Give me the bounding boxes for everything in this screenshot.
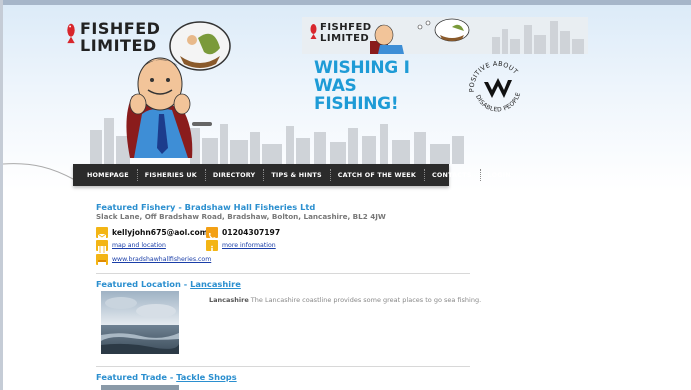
banner-illustration — [370, 18, 584, 54]
fishery-email[interactable]: kellyjohn675@aol.com — [112, 228, 208, 237]
map-link-row: map and location — [96, 240, 166, 253]
phone-icon — [206, 227, 218, 240]
featured-fishery-title[interactable]: Featured Fishery - Bradshaw Hall Fisheri… — [96, 202, 315, 212]
website-row: www.bradshawhallfisheries.com — [96, 254, 211, 267]
positive-about-disabled-people-badge: POSITIVE ABOUT DISABLED PEOPLE — [468, 60, 522, 114]
more-information-link[interactable]: more information — [222, 242, 276, 249]
location-description: Lancashire The Lancashire coastline prov… — [209, 296, 481, 304]
dreaming-man-illustration — [126, 21, 231, 158]
fishery-website-link[interactable]: www.bradshawhallfisheries.com — [112, 256, 211, 263]
website-icon — [96, 254, 108, 267]
tagline: WISHING I WAS FISHING! — [314, 59, 454, 113]
nav-fisheries-uk[interactable]: FISHERIES UK — [136, 164, 205, 186]
fishery-address: Slack Lane, Off Bradshaw Road, Bradshaw,… — [96, 212, 386, 221]
featured-trade-title: Featured Trade - Tackle Shops — [96, 372, 237, 382]
fishery-phone: 01204307197 — [222, 228, 281, 237]
featured-trade-link[interactable]: Tackle Shops — [176, 372, 236, 382]
fish-logo-icon — [67, 23, 75, 44]
tagline-line-2: FISHING! — [314, 94, 399, 114]
email-icon — [96, 227, 108, 239]
location-name: Lancashire — [209, 296, 249, 304]
fishery-phone-row: 01204307197 — [206, 227, 281, 240]
site-header: FISHFED LIMITED FISHFED LIMITED WISHING … — [0, 0, 691, 190]
nav-tips-hints[interactable]: TIPS & HINTS — [263, 164, 329, 186]
location-text: The Lancashire coastline provides some g… — [248, 296, 482, 304]
nav-homepage[interactable]: HOMEPAGE — [73, 164, 137, 186]
nav-catch-of-the-week[interactable]: CATCH OF THE WEEK — [329, 164, 424, 186]
nav-login[interactable]: LOGIN — [479, 164, 519, 186]
lancashire-coast-photo[interactable] — [101, 291, 179, 354]
info-link-row: more information — [206, 240, 276, 253]
promo-banner[interactable]: FISHFED LIMITED — [302, 17, 588, 54]
fishing-line-decoration — [3, 163, 76, 181]
featured-location-link[interactable]: Lancashire — [190, 279, 241, 289]
nav-contacts[interactable]: CONTACTS — [424, 164, 480, 186]
info-icon — [206, 240, 218, 253]
section-divider — [96, 273, 470, 274]
main-navigation: HOMEPAGE FISHERIES UK DIRECTORY TIPS & H… — [73, 164, 511, 186]
section-divider — [96, 366, 470, 367]
svg-text:DISABLED PEOPLE: DISABLED PEOPLE — [474, 91, 522, 113]
map-icon — [96, 240, 108, 253]
map-and-location-link[interactable]: map and location — [112, 242, 166, 249]
tagline-line-1: WISHING I WAS — [314, 58, 410, 96]
featured-location-prefix: Featured Location - — [96, 279, 191, 289]
featured-trade-prefix: Featured Trade - — [96, 372, 177, 382]
fishery-email-row: kellyjohn675@aol.com — [96, 227, 208, 239]
nav-directory[interactable]: DIRECTORY — [204, 164, 263, 186]
featured-location-title: Featured Location - Lancashire — [96, 279, 241, 289]
badge-bottom-text: DISABLED PEOPLE — [474, 91, 522, 113]
tackle-shop-photo[interactable] — [101, 385, 179, 390]
